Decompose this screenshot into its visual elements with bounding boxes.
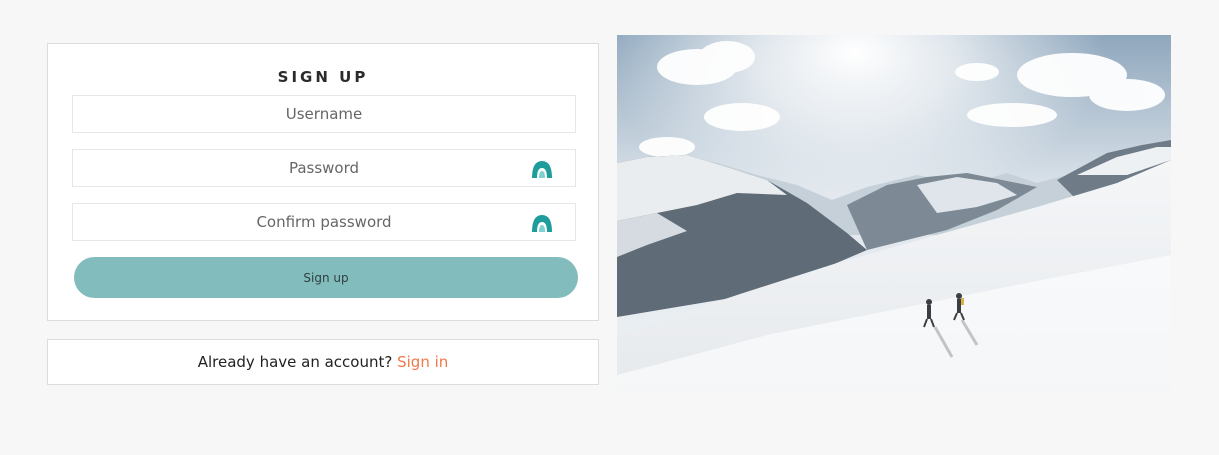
confirm-password-field[interactable] (72, 203, 576, 241)
hero-image (617, 35, 1171, 394)
password-field[interactable] (72, 149, 576, 187)
signin-link[interactable]: Sign in (397, 353, 448, 371)
password-input[interactable] (73, 150, 575, 186)
signup-title: SIGN UP (277, 68, 369, 86)
signup-button[interactable]: Sign up (74, 257, 578, 298)
username-input[interactable] (73, 96, 575, 132)
password-eye-icon[interactable] (531, 159, 553, 179)
signin-card: Already have an account? Sign in (47, 339, 599, 385)
signup-card: SIGN UP Sign up (47, 43, 599, 321)
confirm-password-input[interactable] (73, 204, 575, 240)
confirm-eye-icon[interactable] (531, 213, 553, 233)
signin-prompt: Already have an account? (197, 353, 398, 371)
username-field[interactable] (72, 95, 576, 133)
